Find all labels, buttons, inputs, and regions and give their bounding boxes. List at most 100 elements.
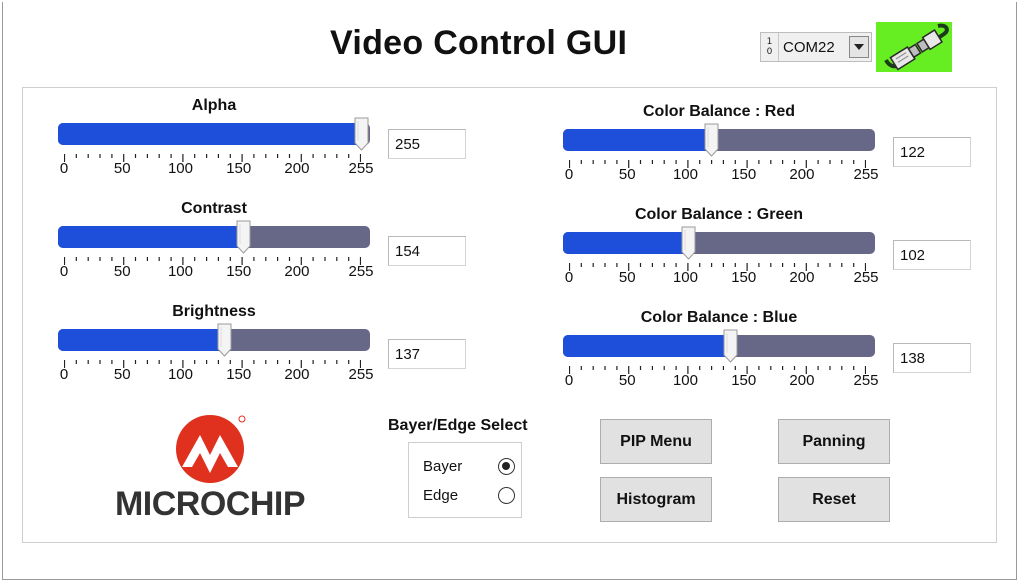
alpha-value-input[interactable]: 255 bbox=[388, 129, 466, 159]
slider-ticks bbox=[568, 259, 867, 271]
microchip-logo: MICROCHIP bbox=[108, 415, 312, 525]
tick-label: 150 bbox=[226, 263, 252, 280]
slider-ticks bbox=[568, 156, 867, 168]
slider-scale: 0 50 100 150 200 255 bbox=[565, 269, 879, 289]
tick-label: 150 bbox=[731, 269, 757, 286]
tick-label: 100 bbox=[672, 166, 698, 183]
slider-fill bbox=[563, 335, 730, 357]
tick-label: 100 bbox=[672, 269, 698, 286]
slider-label: Color Balance : Blue bbox=[640, 309, 798, 326]
tick-label: 50 bbox=[618, 166, 636, 183]
green-balance-value-input[interactable]: 102 bbox=[893, 240, 971, 270]
brightness-slider-thumb[interactable] bbox=[217, 323, 232, 357]
alpha-slider-thumb[interactable] bbox=[354, 117, 369, 151]
tick-label: 150 bbox=[226, 366, 252, 383]
tick-label: 0 bbox=[59, 160, 69, 177]
blue-balance-slider-track[interactable] bbox=[563, 335, 875, 357]
slider-fill bbox=[58, 226, 243, 248]
brightness-slider-track[interactable] bbox=[58, 329, 370, 351]
tick-label: 0 bbox=[59, 366, 69, 383]
red-balance-slider-thumb[interactable] bbox=[704, 123, 719, 157]
radio-option-bayer[interactable]: Bayer bbox=[423, 455, 515, 477]
slider-label: Color Balance : Red bbox=[642, 103, 796, 120]
green-balance-slider-group: Color Balance : Green 0 50 100 150 200 255 10… bbox=[563, 206, 971, 296]
connected-cable-icon[interactable] bbox=[876, 22, 952, 72]
tick-label: 255 bbox=[348, 366, 374, 383]
tick-label: 50 bbox=[113, 366, 131, 383]
pip-menu-button[interactable]: PIP Menu bbox=[600, 419, 712, 464]
green-balance-slider-track[interactable] bbox=[563, 232, 875, 254]
brightness-slider-group: Brightness 0 50 100 150 200 255 137 bbox=[58, 303, 466, 393]
contrast-slider-thumb[interactable] bbox=[236, 220, 251, 254]
radio-option-edge[interactable]: Edge bbox=[423, 484, 515, 506]
bayer-edge-title: Bayer/Edge Select bbox=[388, 417, 528, 434]
alpha-slider-track[interactable] bbox=[58, 123, 370, 145]
slider-label: Contrast bbox=[181, 200, 247, 217]
tick-label: 200 bbox=[789, 269, 815, 286]
chevron-down-icon[interactable] bbox=[849, 36, 869, 58]
red-balance-slider-group: Color Balance : Red 0 50 100 150 200 255 122 bbox=[563, 103, 971, 193]
tick-label: 0 bbox=[564, 166, 574, 183]
slider-ticks bbox=[63, 356, 362, 368]
alpha-slider-group: Alpha 0 50 100 150 200 255 255 bbox=[58, 97, 466, 187]
slider-ticks bbox=[63, 253, 362, 265]
com-port-value: COM22 bbox=[783, 38, 835, 56]
tick-label: 255 bbox=[853, 269, 879, 286]
slider-ticks bbox=[63, 150, 362, 162]
tick-label: 255 bbox=[853, 372, 879, 389]
slider-scale: 0 50 100 150 200 255 bbox=[60, 263, 374, 283]
slider-fill bbox=[58, 123, 361, 145]
slider-label: Color Balance : Green bbox=[634, 206, 804, 223]
radio-button-edge[interactable] bbox=[498, 486, 515, 504]
tick-label: 50 bbox=[618, 269, 636, 286]
page-title: Video Control GUI bbox=[330, 24, 628, 62]
tick-label: 150 bbox=[226, 160, 252, 177]
tick-label: 200 bbox=[789, 372, 815, 389]
tick-label: 100 bbox=[672, 372, 698, 389]
blue-balance-value-input[interactable]: 138 bbox=[893, 343, 971, 373]
tick-label: 200 bbox=[284, 263, 310, 280]
reset-button[interactable]: Reset bbox=[778, 477, 890, 522]
slider-fill bbox=[58, 329, 224, 351]
blue-balance-slider-group: Color Balance : Blue 0 50 100 150 200 255 138 bbox=[563, 309, 971, 399]
slider-scale: 0 50 100 150 200 255 bbox=[60, 366, 374, 386]
tick-label: 0 bbox=[564, 269, 574, 286]
tick-label: 50 bbox=[113, 263, 131, 280]
slider-ticks bbox=[568, 362, 867, 374]
tick-label: 100 bbox=[167, 160, 193, 177]
radio-label: Bayer bbox=[423, 457, 463, 475]
radio-button-bayer[interactable] bbox=[498, 457, 515, 475]
panning-button[interactable]: Panning bbox=[778, 419, 890, 464]
tick-label: 150 bbox=[731, 372, 757, 389]
logo-text: MICROCHIP bbox=[114, 485, 306, 523]
tick-label: 50 bbox=[113, 160, 131, 177]
slider-scale: 0 50 100 150 200 255 bbox=[60, 160, 374, 180]
histogram-button[interactable]: Histogram bbox=[600, 477, 712, 522]
tick-label: 100 bbox=[167, 263, 193, 280]
tick-label: 0 bbox=[59, 263, 69, 280]
radio-label: Edge bbox=[423, 486, 459, 504]
tick-label: 0 bbox=[564, 372, 574, 389]
red-balance-slider-track[interactable] bbox=[563, 129, 875, 151]
slider-scale: 0 50 100 150 200 255 bbox=[565, 166, 879, 186]
tick-label: 50 bbox=[618, 372, 636, 389]
tick-label: 200 bbox=[284, 366, 310, 383]
io-icon: 1 0 bbox=[761, 33, 779, 61]
com-port-select[interactable]: 1 0 COM22 bbox=[760, 32, 872, 62]
bayer-edge-radio-group: Bayer Edge bbox=[408, 442, 522, 518]
microchip-logo-icon bbox=[176, 415, 246, 483]
tick-label: 200 bbox=[789, 166, 815, 183]
red-balance-value-input[interactable]: 122 bbox=[893, 137, 971, 167]
tick-label: 255 bbox=[853, 166, 879, 183]
slider-fill bbox=[563, 232, 688, 254]
tick-label: 255 bbox=[348, 160, 374, 177]
slider-fill bbox=[563, 129, 711, 151]
blue-balance-slider-thumb[interactable] bbox=[723, 329, 738, 363]
contrast-value-input[interactable]: 154 bbox=[388, 236, 466, 266]
slider-label: Alpha bbox=[191, 97, 237, 114]
green-balance-slider-thumb[interactable] bbox=[681, 226, 696, 260]
contrast-slider-track[interactable] bbox=[58, 226, 370, 248]
contrast-slider-group: Contrast 0 50 100 150 200 255 154 bbox=[58, 200, 466, 290]
tick-label: 200 bbox=[284, 160, 310, 177]
brightness-value-input[interactable]: 137 bbox=[388, 339, 466, 369]
